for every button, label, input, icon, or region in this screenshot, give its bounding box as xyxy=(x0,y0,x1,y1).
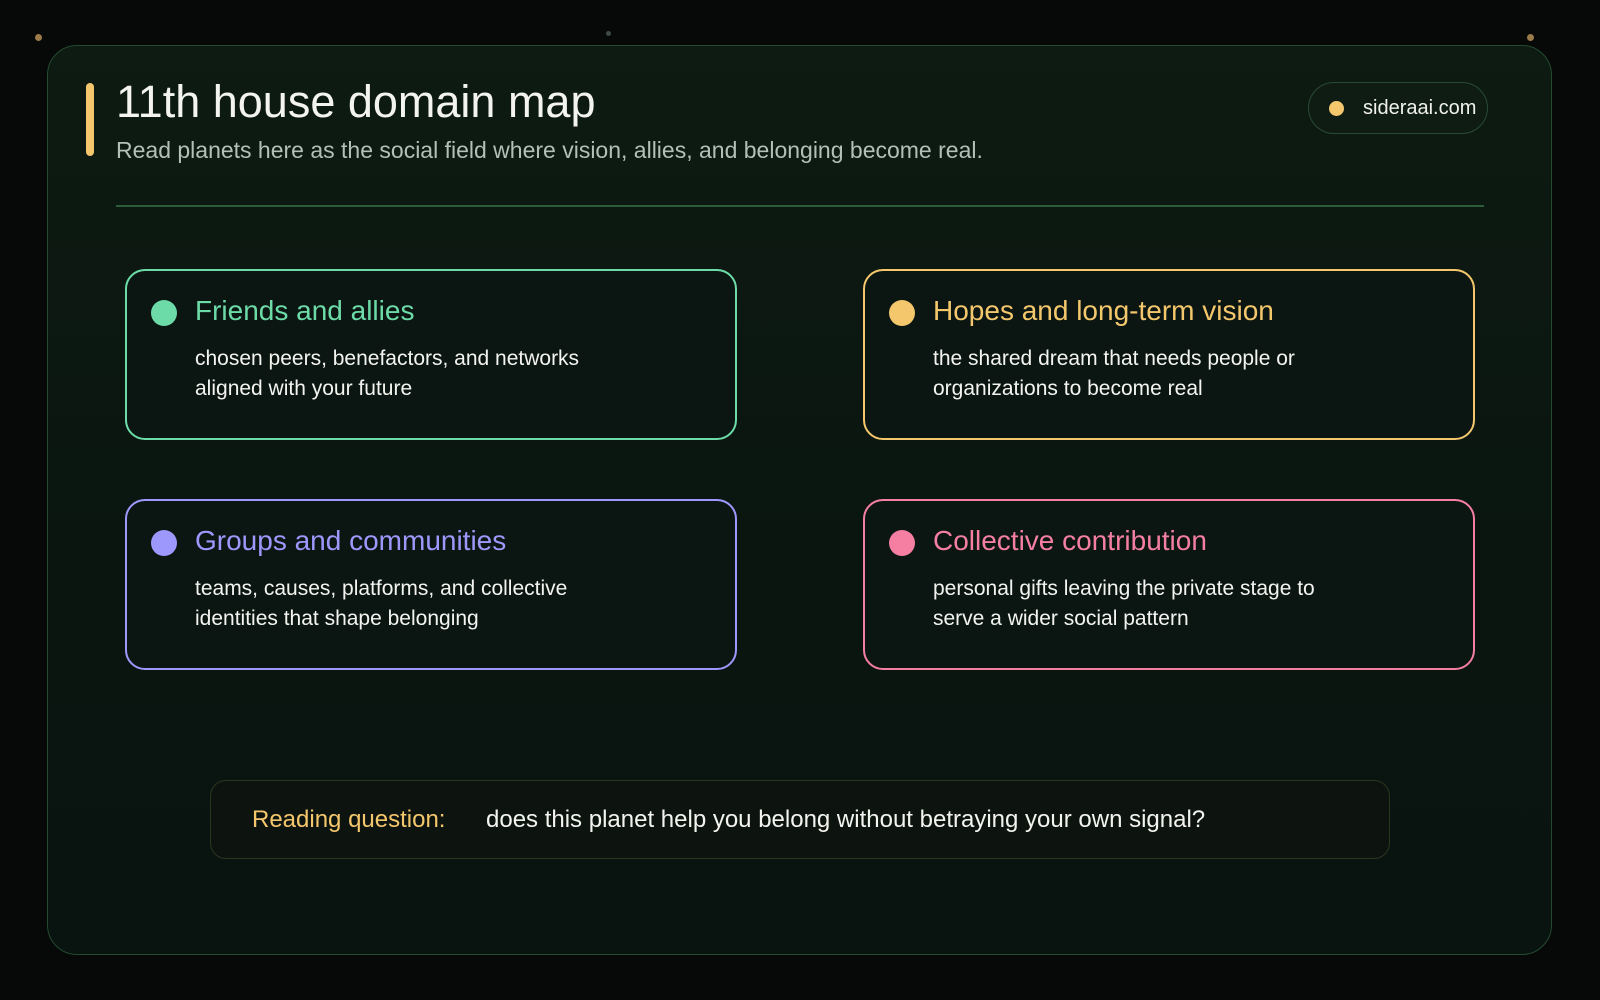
violet-dot-icon xyxy=(151,530,177,556)
card-friends-and-allies: Friends and allies chosen peers, benefac… xyxy=(125,269,737,440)
card-title: Hopes and long-term vision xyxy=(933,295,1274,326)
card-description: personal gifts leaving the private stage… xyxy=(933,577,1315,630)
gold-dot-icon xyxy=(889,300,915,326)
card-title: Friends and allies xyxy=(195,295,415,326)
card-description: chosen peers, benefactors, and networks … xyxy=(195,347,580,400)
header-divider xyxy=(116,205,1484,207)
card-collective-contribution: Collective contribution personal gifts l… xyxy=(863,499,1475,670)
card-title: Collective contribution xyxy=(933,525,1207,556)
card-hopes-and-vision: Hopes and long-term vision the shared dr… xyxy=(863,269,1475,440)
reading-question-box: Reading question: does this planet help … xyxy=(210,780,1390,859)
card-groups-and-communities: Groups and communities teams, causes, pl… xyxy=(125,499,737,670)
page: 11th house domain map Read planets here … xyxy=(0,0,1600,1000)
green-dot-icon xyxy=(151,300,177,326)
star-decoration-left xyxy=(35,34,42,41)
brand-link[interactable]: sideraai.com xyxy=(1308,82,1488,134)
card-description: teams, causes, platforms, and collective… xyxy=(195,577,568,630)
card-title: Groups and communities xyxy=(195,525,507,556)
card-description: the shared dream that needs people or or… xyxy=(933,347,1295,400)
brand-dot-icon xyxy=(1329,100,1344,116)
page-title: 11th house domain map xyxy=(116,76,596,127)
reading-question-label: Reading question: xyxy=(252,806,446,833)
brand-label: sideraai.com xyxy=(1363,96,1477,119)
reading-question-text: does this planet help you belong without… xyxy=(486,806,1206,833)
star-decoration-right xyxy=(1527,34,1534,41)
title-accent-bar xyxy=(86,83,94,156)
page-subtitle: Read planets here as the social field wh… xyxy=(116,137,983,163)
star-decoration-center xyxy=(606,31,611,36)
pink-dot-icon xyxy=(889,530,915,556)
